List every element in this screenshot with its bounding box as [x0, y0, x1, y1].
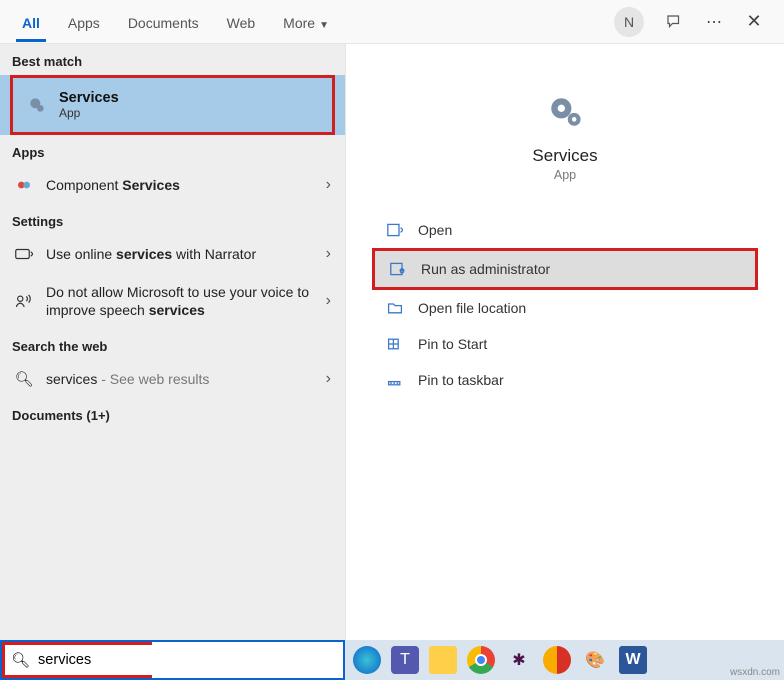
search-box[interactable]: 🔍︎	[0, 640, 345, 680]
taskbar-chrome-canary-icon[interactable]	[543, 646, 571, 674]
more-options-icon[interactable]: ⋯	[704, 12, 724, 32]
tab-apps[interactable]: Apps	[54, 3, 114, 41]
tab-more-label: More	[283, 15, 315, 31]
section-best-match: Best match	[0, 44, 345, 75]
component-services-icon	[14, 177, 34, 193]
tab-web[interactable]: Web	[213, 3, 270, 41]
action-pin-to-taskbar[interactable]: Pin to taskbar	[372, 362, 758, 398]
action-open[interactable]: Open	[372, 212, 758, 248]
action-label: Pin to taskbar	[418, 372, 504, 388]
tab-all[interactable]: All	[8, 3, 54, 41]
services-large-icon	[541, 88, 589, 136]
action-open-file-location[interactable]: Open file location	[372, 290, 758, 326]
chevron-right-icon: ›	[326, 370, 331, 388]
admin-icon	[389, 262, 407, 276]
action-label: Open file location	[418, 300, 526, 316]
result-narrator-services[interactable]: Use online services with Narrator ›	[0, 235, 345, 273]
section-apps: Apps	[0, 135, 345, 166]
section-documents: Documents (1+)	[0, 398, 345, 429]
chevron-down-icon: ▼	[319, 20, 329, 31]
result-speech-services[interactable]: Do not allow Microsoft to use your voice…	[0, 273, 345, 329]
action-list: Open Run as administrator Open file loca…	[372, 212, 758, 398]
taskbar-word-icon[interactable]: W	[619, 646, 647, 674]
result-component-services[interactable]: Component Services ›	[0, 166, 345, 204]
chevron-right-icon: ›	[326, 292, 331, 310]
action-label: Run as administrator	[421, 261, 550, 277]
details-subtitle: App	[554, 168, 576, 182]
watermark: wsxdn.com	[730, 667, 780, 678]
bottom-bar: 🔍︎ T ✱ 🎨 W	[0, 640, 784, 680]
pin-taskbar-icon	[386, 373, 404, 387]
results-panel: Best match Services App Apps Component S…	[0, 44, 345, 640]
result-text: Do not allow Microsoft to use your voice…	[46, 283, 326, 319]
section-search-web: Search the web	[0, 329, 345, 360]
action-label: Pin to Start	[418, 336, 487, 352]
pin-start-icon	[386, 337, 404, 351]
narrator-icon	[14, 247, 34, 261]
speech-icon	[14, 293, 34, 309]
action-label: Open	[418, 222, 452, 238]
taskbar-teams-icon[interactable]: T	[391, 646, 419, 674]
search-icon: 🔍︎	[11, 651, 30, 669]
result-text: Use online services with Narrator	[46, 246, 326, 262]
details-panel: Services App Open Run as administrator O…	[345, 44, 784, 640]
folder-icon	[386, 301, 404, 315]
action-pin-to-start[interactable]: Pin to Start	[372, 326, 758, 362]
best-match-title: Services	[59, 90, 119, 106]
taskbar-slack-icon[interactable]: ✱	[505, 646, 533, 674]
search-icon: 🔍︎	[14, 370, 34, 388]
result-text: services - See web results	[46, 371, 326, 387]
chevron-right-icon: ›	[326, 245, 331, 263]
taskbar-edge-icon[interactable]	[353, 646, 381, 674]
result-web-search[interactable]: 🔍︎ services - See web results ›	[0, 360, 345, 398]
action-run-as-admin[interactable]: Run as administrator	[372, 248, 758, 290]
search-input[interactable]	[38, 652, 225, 668]
taskbar-explorer-icon[interactable]	[429, 646, 457, 674]
taskbar-paint-icon[interactable]: 🎨	[581, 646, 609, 674]
services-icon	[27, 95, 47, 115]
user-avatar[interactable]: N	[614, 7, 644, 37]
feedback-icon[interactable]	[664, 12, 684, 32]
open-icon	[386, 223, 404, 237]
tab-more[interactable]: More ▼	[269, 3, 343, 41]
best-match-subtitle: App	[59, 106, 119, 120]
best-match-result[interactable]: Services App	[10, 75, 335, 135]
section-settings: Settings	[0, 204, 345, 235]
tab-documents[interactable]: Documents	[114, 3, 213, 41]
chevron-right-icon: ›	[326, 176, 331, 194]
close-icon[interactable]: ✕	[744, 12, 764, 32]
titlebar-actions: N ⋯ ✕	[614, 7, 776, 37]
search-tabs: All Apps Documents Web More ▼ N ⋯ ✕	[0, 0, 784, 44]
taskbar: T ✱ 🎨 W	[345, 640, 784, 680]
result-text: Component Services	[46, 177, 326, 193]
details-title: Services	[532, 146, 597, 166]
taskbar-chrome-icon[interactable]	[467, 646, 495, 674]
